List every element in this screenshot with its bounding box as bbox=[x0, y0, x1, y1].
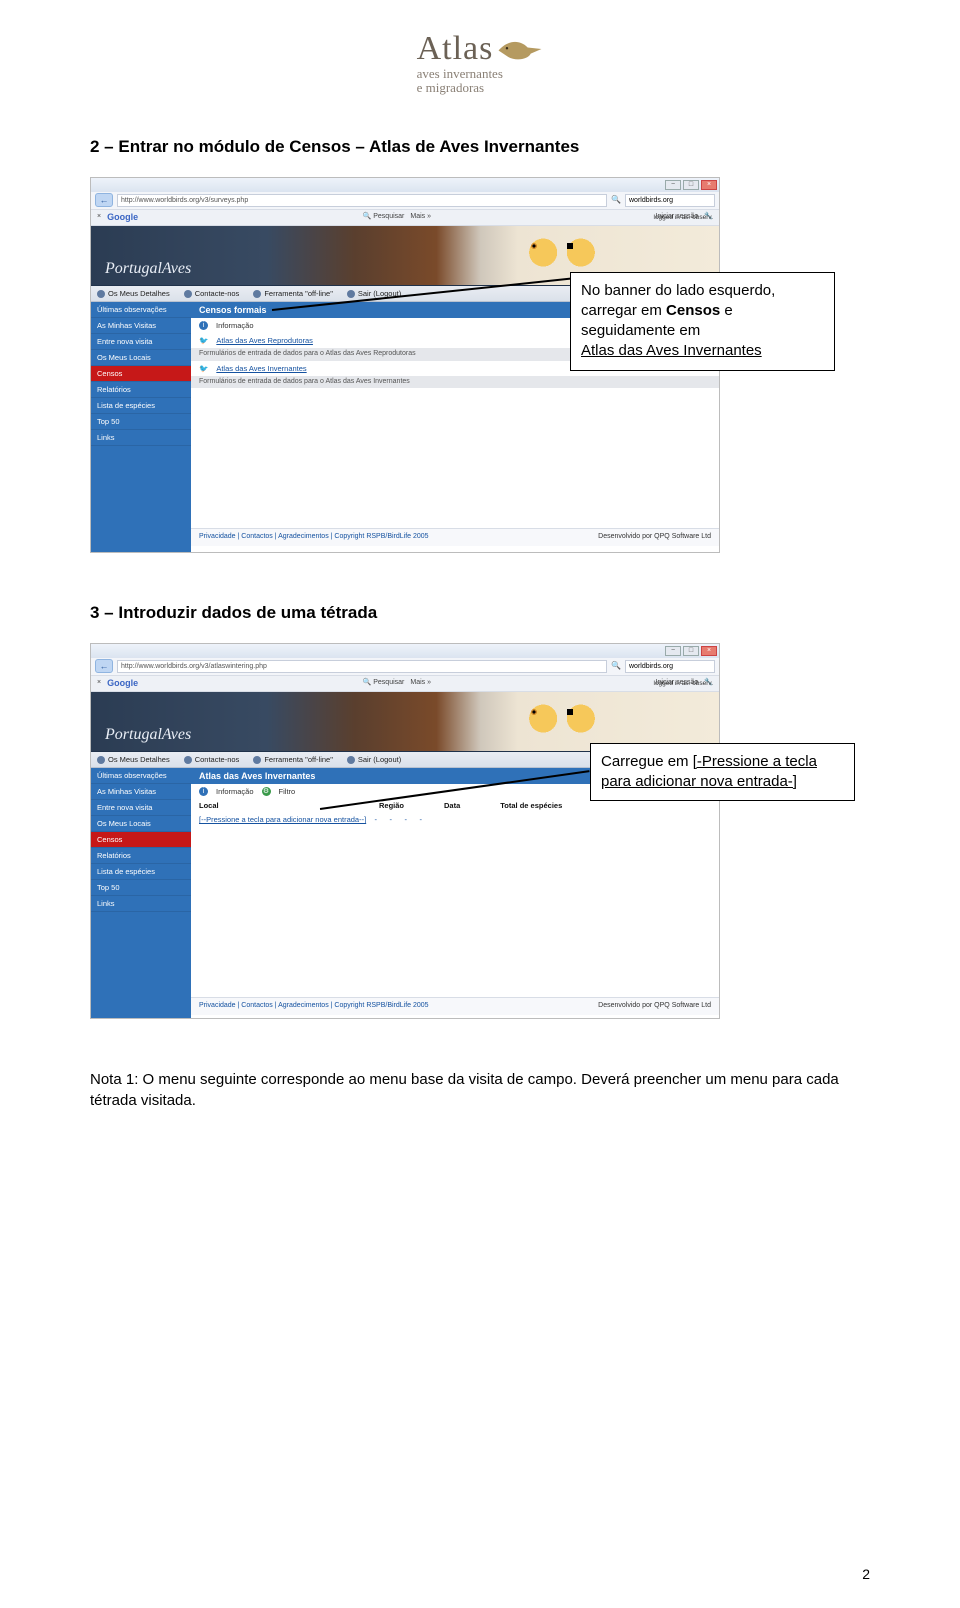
main-panel: Atlas das Aves Invernantes i Informação … bbox=[191, 768, 719, 1018]
info-icon[interactable]: i bbox=[199, 787, 208, 796]
add-entry-row: [--Pressione a tecla para adicionar nova… bbox=[191, 812, 719, 827]
google-label: Google bbox=[107, 678, 138, 689]
logged-in-label: logged in as: observ. bbox=[654, 214, 714, 222]
callout-censos: No banner do lado esquerdo, carregar em … bbox=[570, 272, 835, 371]
sidebar-item[interactable]: Links bbox=[91, 896, 191, 912]
info-label: Informação bbox=[216, 321, 254, 330]
search-button[interactable]: 🔍 Pesquisar bbox=[363, 679, 405, 687]
add-entry-link[interactable]: [--Pressione a tecla para adicionar nova… bbox=[199, 815, 366, 824]
back-button[interactable]: ← bbox=[95, 659, 113, 673]
menu-contact[interactable]: Contacte-nos bbox=[184, 755, 240, 764]
info-label: Informação bbox=[216, 787, 254, 796]
bird-icon bbox=[497, 33, 543, 65]
bird-list-icon: 🐦 bbox=[199, 364, 208, 373]
section-2-heading: 2 – Entrar no módulo de Censos – Atlas d… bbox=[90, 137, 870, 157]
sidebar-item[interactable]: Entre nova visita bbox=[91, 800, 191, 816]
google-toolbar: × Google 🔍 Pesquisar Mais » Iniciar sess… bbox=[91, 210, 719, 226]
sidebar-item[interactable]: Os Meus Locais bbox=[91, 350, 191, 366]
sidebar-item-censos[interactable]: Censos bbox=[91, 832, 191, 848]
callout-add-entry: Carregue em [-Pressione a tecla para adi… bbox=[590, 743, 855, 802]
col-data: Data bbox=[444, 801, 460, 810]
figure-1: − □ × ← http://www.worldbirds.org/v3/sur… bbox=[90, 177, 870, 553]
menu-offline-tool[interactable]: Ferramenta "off-line" bbox=[253, 755, 333, 764]
address-bar-row: ← http://www.worldbirds.org/v3/atlaswint… bbox=[91, 658, 719, 676]
logo-title: Atlas bbox=[417, 30, 494, 68]
sidebar-nav: Últimas observações As Minhas Visitas En… bbox=[91, 768, 191, 1018]
window-max-button[interactable]: □ bbox=[683, 646, 699, 656]
footer-credit: Desenvolvido por QPQ Software Ltd bbox=[598, 1002, 711, 1010]
sidebar-item-censos[interactable]: Censos bbox=[91, 366, 191, 382]
info-icon[interactable]: i bbox=[199, 321, 208, 330]
sidebar-nav: Últimas observações As Minhas Visitas En… bbox=[91, 302, 191, 552]
browser-window-2: − □ × ← http://www.worldbirds.org/v3/atl… bbox=[90, 643, 720, 1019]
window-min-button[interactable]: − bbox=[665, 646, 681, 656]
bird-list-icon: 🐦 bbox=[199, 336, 208, 345]
footer-links[interactable]: Privacidade | Contactos | Agradecimentos… bbox=[199, 1002, 429, 1010]
back-button[interactable]: ← bbox=[95, 193, 113, 207]
callout-link-text: Atlas das Aves Invernantes bbox=[581, 342, 762, 359]
browser-tab[interactable]: worldbirds.org bbox=[625, 660, 715, 673]
search-button[interactable]: 🔍 Pesquisar bbox=[363, 213, 405, 221]
sidebar-item[interactable]: As Minhas Visitas bbox=[91, 784, 191, 800]
menu-contact[interactable]: Contacte-nos bbox=[184, 289, 240, 298]
google-toolbar: × Google 🔍 Pesquisar Mais » Iniciar sess… bbox=[91, 676, 719, 692]
link-atlas-invernantes[interactable]: Atlas das Aves Invernantes bbox=[216, 364, 306, 373]
close-x-icon[interactable]: × bbox=[97, 213, 101, 221]
sidebar-item[interactable]: Links bbox=[91, 430, 191, 446]
sidebar-item[interactable]: Entre nova visita bbox=[91, 334, 191, 350]
table-header: Local Região Data Total de espécies bbox=[191, 799, 719, 812]
sidebar-item[interactable]: Lista de espécies bbox=[91, 398, 191, 414]
window-titlebar: − □ × bbox=[91, 644, 719, 658]
address-bar-row: ← http://www.worldbirds.org/v3/surveys.p… bbox=[91, 192, 719, 210]
site-title: PortugalAves bbox=[105, 725, 191, 744]
document-logo: Atlas aves invernantes e migradoras bbox=[90, 30, 870, 97]
sidebar-item[interactable]: Os Meus Locais bbox=[91, 816, 191, 832]
menu-logout[interactable]: Sair (Logout) bbox=[347, 755, 401, 764]
url-input[interactable]: http://www.worldbirds.org/v3/atlaswinter… bbox=[117, 660, 607, 673]
link-atlas-reprodutoras[interactable]: Atlas das Aves Reprodutoras bbox=[216, 336, 313, 345]
google-label: Google bbox=[107, 212, 138, 223]
site-footer: Privacidade | Contactos | Agradecimentos… bbox=[191, 528, 719, 545]
col-regiao: Região bbox=[379, 801, 404, 810]
window-close-button[interactable]: × bbox=[701, 180, 717, 190]
sidebar-item[interactable]: Últimas observações bbox=[91, 768, 191, 784]
url-input[interactable]: http://www.worldbirds.org/v3/surveys.php bbox=[117, 194, 607, 207]
close-x-icon[interactable]: × bbox=[97, 679, 101, 687]
sidebar-item[interactable]: Lista de espécies bbox=[91, 864, 191, 880]
figure-2: − □ × ← http://www.worldbirds.org/v3/atl… bbox=[90, 643, 870, 1019]
sidebar-item[interactable]: As Minhas Visitas bbox=[91, 318, 191, 334]
site-title: PortugalAves bbox=[105, 259, 191, 278]
window-max-button[interactable]: □ bbox=[683, 180, 699, 190]
menu-my-details[interactable]: Os Meus Detalhes bbox=[97, 289, 170, 298]
footer-credit: Desenvolvido por QPQ Software Ltd bbox=[598, 533, 711, 541]
more-link[interactable]: Mais » bbox=[410, 213, 431, 221]
logged-in-label: logged in as: observ. bbox=[654, 680, 714, 688]
col-local: Local bbox=[199, 801, 339, 810]
window-min-button[interactable]: − bbox=[665, 180, 681, 190]
filter-icon[interactable]: ⚙ bbox=[262, 787, 271, 796]
window-titlebar: − □ × bbox=[91, 178, 719, 192]
col-total: Total de espécies bbox=[500, 801, 562, 810]
sidebar-item[interactable]: Top 50 bbox=[91, 414, 191, 430]
footer-links[interactable]: Privacidade | Contactos | Agradecimentos… bbox=[199, 533, 429, 541]
note-1: Nota 1: O menu seguinte corresponde ao m… bbox=[90, 1069, 870, 1111]
window-close-button[interactable]: × bbox=[701, 646, 717, 656]
more-link[interactable]: Mais » bbox=[410, 679, 431, 687]
logo-sub2: e migradoras bbox=[417, 80, 544, 96]
site-footer: Privacidade | Contactos | Agradecimentos… bbox=[191, 997, 719, 1014]
sidebar-item[interactable]: Relatórios bbox=[91, 848, 191, 864]
section-3-heading: 3 – Introduzir dados de uma tétrada bbox=[90, 603, 870, 623]
menu-my-details[interactable]: Os Meus Detalhes bbox=[97, 755, 170, 764]
menu-offline-tool[interactable]: Ferramenta "off-line" bbox=[253, 289, 333, 298]
magnify-icon: 🔍 bbox=[611, 195, 621, 205]
desc-invernantes: Formulários de entrada de dados para o A… bbox=[191, 376, 719, 388]
browser-tab[interactable]: worldbirds.org bbox=[625, 194, 715, 207]
sidebar-item[interactable]: Relatórios bbox=[91, 382, 191, 398]
magnify-icon: 🔍 bbox=[611, 661, 621, 671]
sidebar-item[interactable]: Últimas observações bbox=[91, 302, 191, 318]
page-number: 2 bbox=[862, 1566, 870, 1582]
sidebar-item[interactable]: Top 50 bbox=[91, 880, 191, 896]
filter-label: Filtro bbox=[279, 787, 296, 796]
